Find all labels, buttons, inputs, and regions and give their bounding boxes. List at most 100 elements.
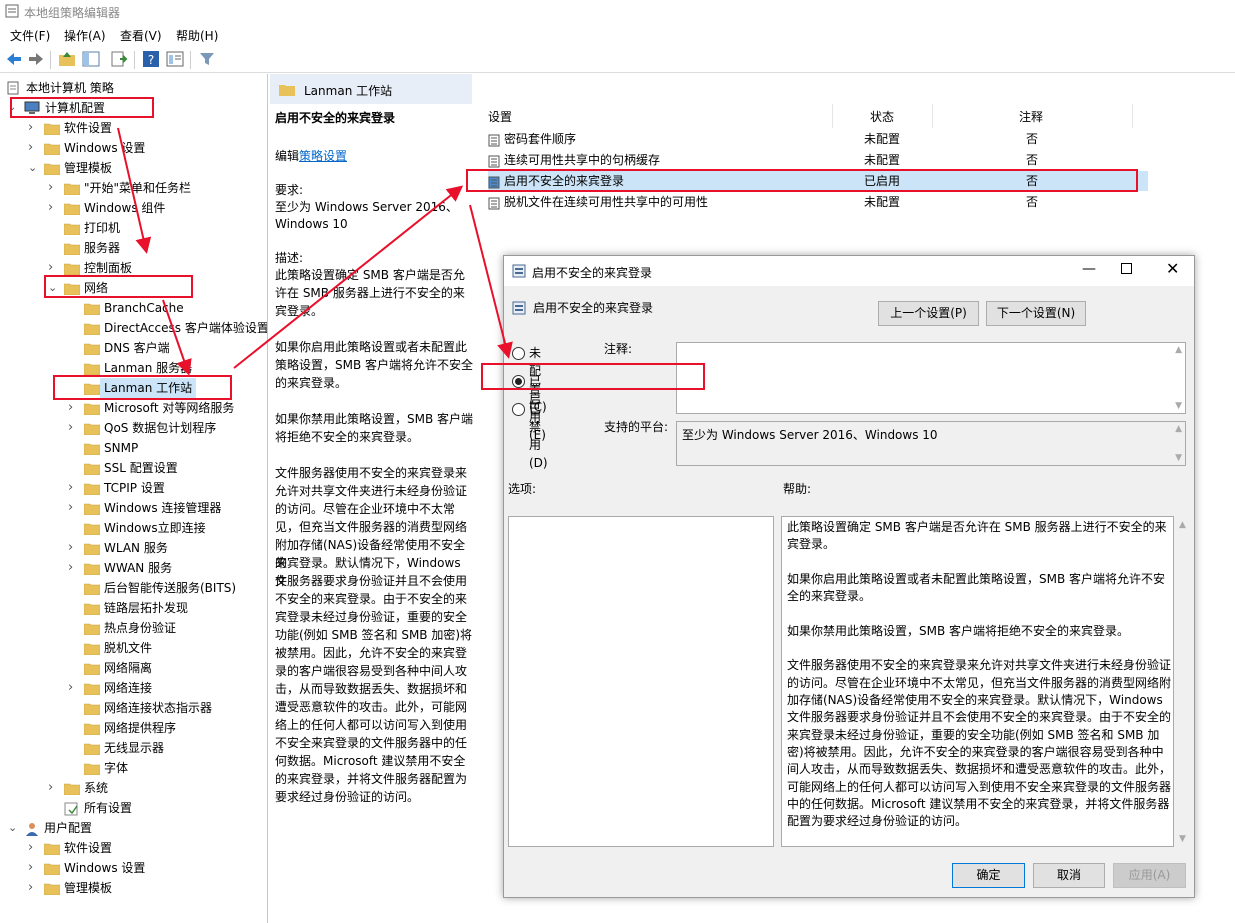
folder-icon	[44, 162, 60, 175]
menu-view[interactable]: 查看(V)	[120, 27, 162, 44]
tree-item[interactable]: 网络隔离	[0, 658, 267, 678]
help-line: 如果你启用此策略设置或者未配置此策略设置，SMB 客户端将允许不安	[787, 571, 1166, 586]
chevron-right-icon[interactable]: ›	[68, 498, 80, 518]
previous-setting-button[interactable]: 上一个设置(P)	[878, 301, 979, 326]
minimize-icon[interactable]: —	[1082, 261, 1096, 277]
back-arrow-icon[interactable]	[5, 50, 23, 68]
tree-label: 管理模板	[64, 161, 113, 175]
toolbar-divider	[50, 51, 51, 69]
tree-item[interactable]: 网络连接状态指示器	[0, 698, 267, 718]
up-folder-icon[interactable]	[58, 50, 76, 68]
tree-item[interactable]: 字体	[0, 758, 267, 778]
column-header-setting[interactable]: 设置	[488, 108, 512, 125]
scroll-up-icon[interactable]: ▲	[1179, 520, 1186, 530]
show-hide-tree-icon[interactable]	[82, 50, 100, 68]
scroll-up-icon[interactable]: ▲	[1175, 345, 1182, 355]
tree-item[interactable]: › Windows 连接管理器	[0, 498, 267, 518]
chevron-right-icon[interactable]: ›	[48, 778, 60, 798]
menu-action[interactable]: 操作(A)	[64, 27, 106, 44]
tree-item[interactable]: › Windows 设置	[0, 138, 267, 158]
tree-item[interactable]: › 系统	[0, 778, 267, 798]
tree-item[interactable]: DirectAccess 客户端体验设置	[0, 318, 267, 338]
tree-item[interactable]: 链路层拓扑发现	[0, 598, 267, 618]
tree-item[interactable]: › QoS 数据包计划程序	[0, 418, 267, 438]
tree-item[interactable]: › 管理模板	[0, 878, 267, 898]
tree-item[interactable]: BranchCache	[0, 298, 267, 318]
tree-item[interactable]: › Windows 组件	[0, 198, 267, 218]
scroll-down-icon[interactable]: ▼	[1175, 453, 1182, 463]
tree-item[interactable]: › 网络连接	[0, 678, 267, 698]
tree-item[interactable]: 打印机	[0, 218, 267, 238]
apply-button[interactable]: 应用(A)	[1113, 863, 1186, 888]
ok-button[interactable]: 确定	[952, 863, 1025, 888]
radio-circle[interactable]	[512, 347, 525, 360]
tree-item[interactable]: 所有设置	[0, 798, 267, 818]
chevron-right-icon[interactable]: ›	[68, 418, 80, 438]
table-row[interactable]: 密码套件顺序 未配置 否	[488, 129, 1148, 149]
chevron-right-icon[interactable]: ›	[68, 538, 80, 558]
chevron-right-icon[interactable]: ›	[28, 118, 40, 138]
help-icon[interactable]: ?	[142, 50, 160, 68]
tree-item[interactable]: › 软件设置	[0, 838, 267, 858]
tree-item[interactable]: 服务器	[0, 238, 267, 258]
tree-label: 软件设置	[64, 841, 113, 855]
chevron-down-icon[interactable]: ⌄	[8, 818, 20, 838]
chevron-right-icon[interactable]: ›	[68, 398, 80, 418]
column-header-comment[interactable]: 注释	[1019, 108, 1043, 125]
chevron-down-icon[interactable]: ⌄	[28, 158, 40, 178]
tree-item[interactable]: Windows立即连接	[0, 518, 267, 538]
tree-item[interactable]: SNMP	[0, 438, 267, 458]
description-line: 功能(例如 SMB 签名和 SMB 加密)将	[275, 628, 473, 642]
chevron-right-icon[interactable]: ›	[48, 198, 60, 218]
next-setting-button[interactable]: 下一个设置(N)	[986, 301, 1086, 326]
properties-icon[interactable]	[166, 50, 184, 68]
scroll-down-icon[interactable]: ▼	[1179, 834, 1186, 844]
chevron-right-icon[interactable]: ›	[28, 838, 40, 858]
folder-icon	[84, 402, 100, 415]
tree-item[interactable]: DNS 客户端	[0, 338, 267, 358]
tree-item[interactable]: › "开始"菜单和任务栏	[0, 178, 267, 198]
close-icon[interactable]: ✕	[1166, 259, 1179, 278]
menu-help[interactable]: 帮助(H)	[176, 27, 218, 44]
chevron-right-icon[interactable]: ›	[68, 678, 80, 698]
description-line: 将拒绝不安全的来宾登录。	[275, 430, 420, 444]
tree-label: 打印机	[84, 221, 121, 235]
radio-circle[interactable]	[512, 403, 525, 416]
tree-item[interactable]: 后台智能传送服务(BITS)	[0, 578, 267, 598]
table-row[interactable]: 连续可用性共享中的句柄缓存 未配置 否	[488, 150, 1148, 170]
tree-item[interactable]: › TCPIP 设置	[0, 478, 267, 498]
chevron-right-icon[interactable]: ›	[68, 558, 80, 578]
tree-item[interactable]: 无线显示器	[0, 738, 267, 758]
cancel-button[interactable]: 取消	[1033, 863, 1105, 888]
tree-item[interactable]: › 软件设置	[0, 118, 267, 138]
tree-item[interactable]: SSL 配置设置	[0, 458, 267, 478]
tree-item[interactable]: 脱机文件	[0, 638, 267, 658]
tree-item[interactable]: › WLAN 服务	[0, 538, 267, 558]
column-header-state[interactable]: 状态	[870, 108, 894, 125]
tree-item[interactable]: › WWAN 服务	[0, 558, 267, 578]
tree-item[interactable]: 热点身份验证	[0, 618, 267, 638]
chevron-right-icon[interactable]: ›	[48, 178, 60, 198]
filter-icon[interactable]	[198, 50, 216, 68]
table-row[interactable]: 脱机文件在连续可用性共享中的可用性 未配置 否	[488, 192, 1148, 212]
edit-policy-link[interactable]: 策略设置	[299, 149, 347, 163]
scroll-up-icon[interactable]: ▲	[1175, 424, 1182, 434]
tree-root[interactable]: 本地计算机 策略	[0, 78, 267, 98]
scroll-down-icon[interactable]: ▼	[1175, 401, 1182, 411]
chevron-right-icon[interactable]: ›	[28, 858, 40, 878]
tree-item[interactable]: › Microsoft 对等网络服务	[0, 398, 267, 418]
maximize-icon[interactable]	[1121, 263, 1132, 274]
tree-item[interactable]: ⌄ 用户配置	[0, 818, 267, 838]
forward-arrow-icon[interactable]	[27, 50, 45, 68]
dialog-title: 启用不安全的来宾登录	[532, 266, 653, 280]
chevron-right-icon[interactable]: ›	[28, 138, 40, 158]
menu-file[interactable]: 文件(F)	[10, 27, 50, 44]
tree-item[interactable]: 网络提供程序	[0, 718, 267, 738]
comment-textbox[interactable]: ▲ ▼	[676, 342, 1186, 414]
description-line: 此策略设置确定 SMB 客户端是否允	[275, 268, 465, 282]
tree-item[interactable]: ⌄ 管理模板	[0, 158, 267, 178]
chevron-right-icon[interactable]: ›	[68, 478, 80, 498]
chevron-right-icon[interactable]: ›	[28, 878, 40, 898]
export-list-icon[interactable]	[110, 50, 128, 68]
tree-item[interactable]: › Windows 设置	[0, 858, 267, 878]
